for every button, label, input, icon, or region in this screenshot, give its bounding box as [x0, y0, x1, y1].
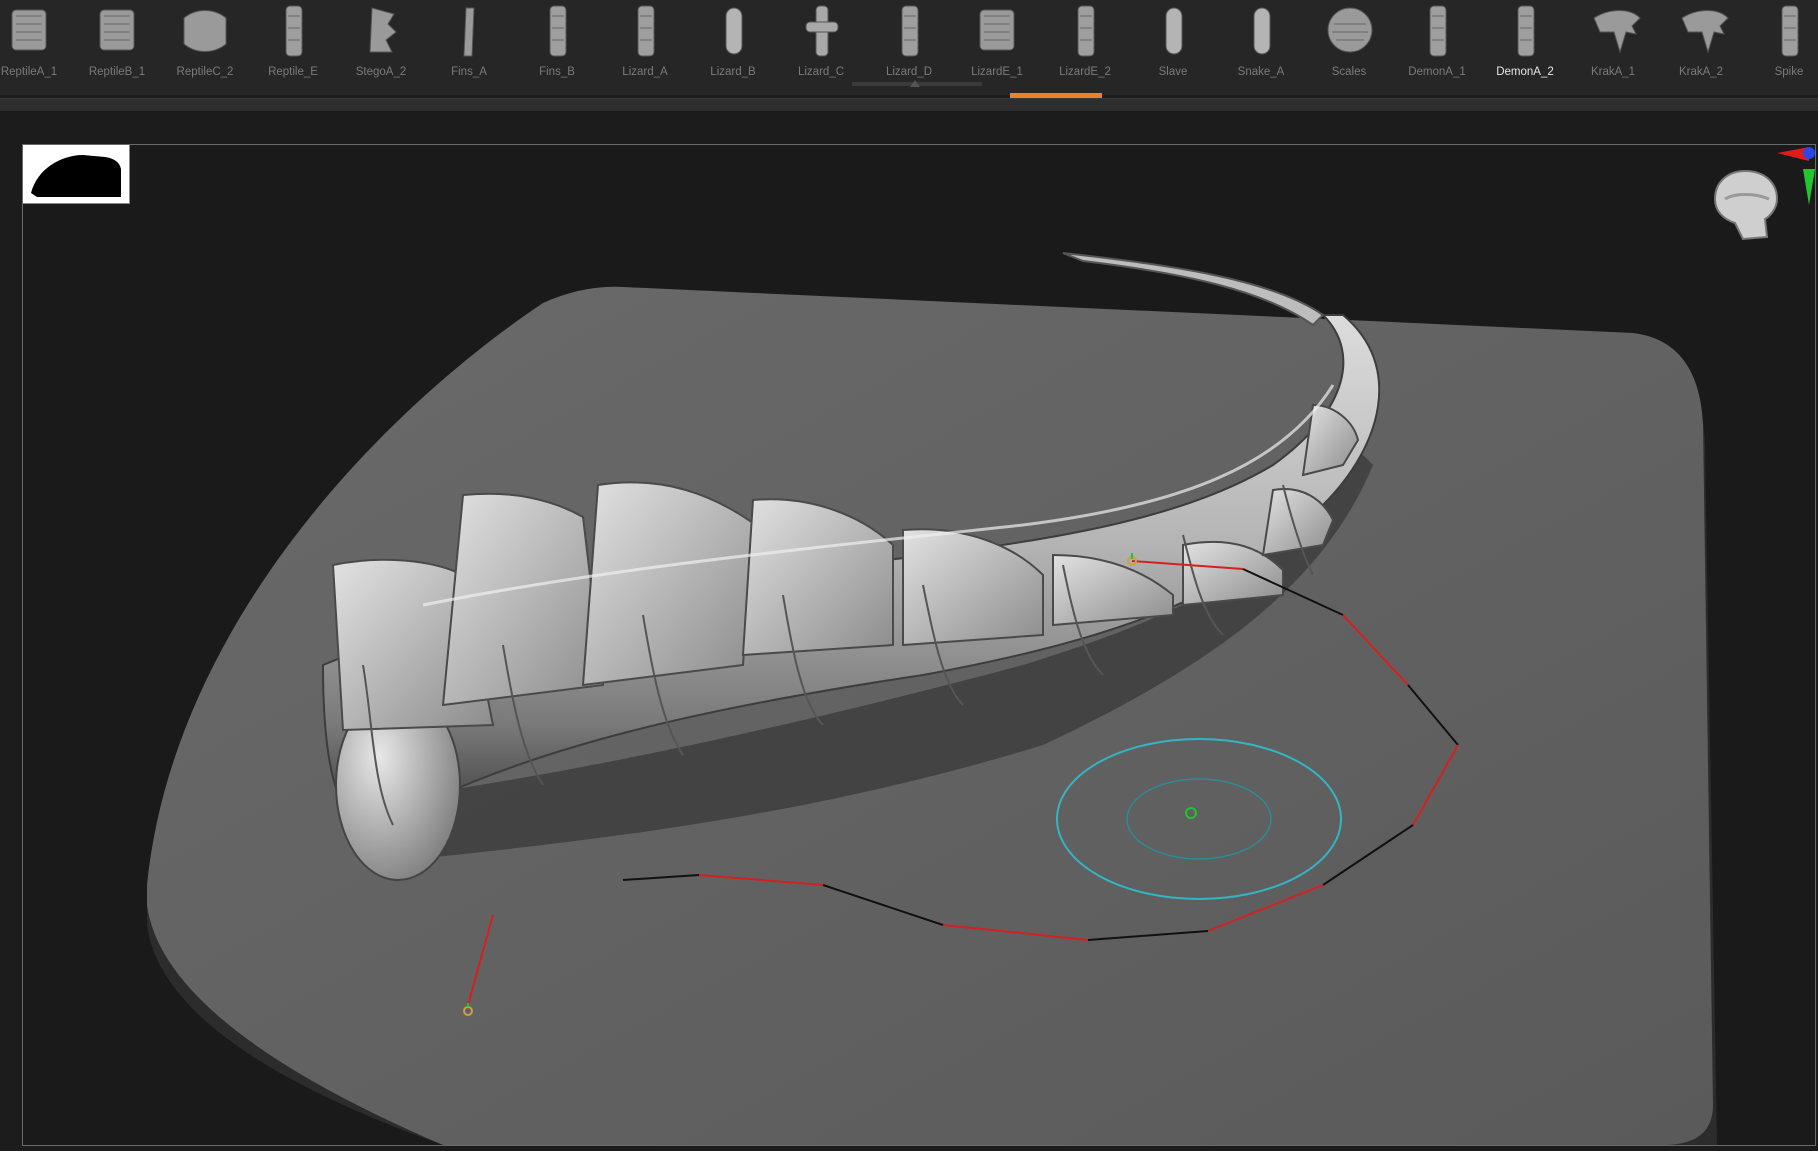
brush-thumbnail-icon	[162, 0, 248, 62]
brush-thumbnail-icon	[250, 0, 336, 62]
brush-lizard-a[interactable]: Lizard_A	[602, 0, 688, 86]
viewport-scene[interactable]	[23, 145, 1815, 1145]
brush-thumbnail-icon	[514, 0, 600, 62]
brush-alpha-preview[interactable]	[23, 145, 130, 204]
brush-thumbnail-icon	[778, 0, 864, 62]
scroll-caret-icon[interactable]	[910, 80, 920, 87]
brush-demona-2[interactable]: DemonA_2	[1482, 0, 1568, 86]
brush-slave[interactable]: Slave	[1130, 0, 1216, 86]
brush-reptilec-2[interactable]: ReptileC_2	[162, 0, 248, 86]
brush-label: DemonA_1	[1408, 66, 1466, 78]
brush-lizard-d[interactable]: Lizard_D	[866, 0, 952, 86]
brush-thumbnail-icon	[690, 0, 776, 62]
brush-lizard-b[interactable]: Lizard_B	[690, 0, 776, 86]
brush-lizarde-1[interactable]: LizardE_1	[954, 0, 1040, 86]
brush-spike[interactable]: Spike	[1746, 0, 1818, 86]
brush-label: Fins_A	[451, 66, 487, 78]
brush-thumbnail-icon	[602, 0, 688, 62]
document-canvas[interactable]	[22, 144, 1816, 1146]
brush-thumbnail-icon	[338, 0, 424, 62]
brush-thumbnail-icon	[1306, 0, 1392, 62]
brush-thumbnail-icon	[1130, 0, 1216, 62]
brush-thumbnail-icon	[1658, 0, 1744, 62]
brush-label: Lizard_C	[797, 66, 845, 78]
brush-label: KrakA_2	[1678, 66, 1724, 78]
brush-label: ReptileC_2	[176, 66, 234, 78]
brush-thumbnail-icon	[1218, 0, 1304, 62]
brush-thumbnail-icon	[1570, 0, 1656, 62]
brush-reptile-e[interactable]: Reptile_E	[250, 0, 336, 86]
brush-label: LizardE_2	[1059, 66, 1111, 78]
brush-snake-a[interactable]: Snake_A	[1218, 0, 1304, 86]
brush-scales[interactable]: Scales	[1306, 0, 1392, 86]
navigation-gizmo[interactable]	[1705, 145, 1815, 265]
brush-thumbnail-icon	[1394, 0, 1480, 62]
brush-label: LizardE_1	[971, 66, 1023, 78]
brush-label: Scales	[1331, 66, 1367, 78]
brush-label: Lizard_D	[885, 66, 933, 78]
brush-lizard-c[interactable]: Lizard_C	[778, 0, 864, 86]
brush-fins-a[interactable]: Fins_A	[426, 0, 512, 86]
brush-label: Lizard_B	[710, 66, 756, 78]
brush-shelf: ReptileA_1 ReptileB_1 ReptileC_2 Reptile_E S…	[0, 0, 1818, 101]
brush-thumbnail-icon	[426, 0, 512, 62]
brush-label: KrakA_1	[1590, 66, 1636, 78]
brush-reptilea-1[interactable]: ReptileA_1	[0, 0, 72, 86]
brush-stegoa-2[interactable]: StegoA_2	[338, 0, 424, 86]
brush-label: Lizard_A	[622, 66, 668, 78]
brush-label: StegoA_2	[355, 66, 407, 78]
brush-label: DemonA_2	[1496, 66, 1554, 78]
brush-label: Slave	[1158, 66, 1188, 78]
brush-demona-1[interactable]: DemonA_1	[1394, 0, 1480, 86]
brush-label: ReptileA_1	[0, 66, 58, 78]
brush-thumbnail-icon	[1482, 0, 1568, 62]
brush-label: Reptile_E	[268, 66, 318, 78]
brush-thumbnail-icon	[954, 0, 1040, 62]
brush-thumbnail-icon	[1042, 0, 1128, 62]
brush-kraka-2[interactable]: KrakA_2	[1658, 0, 1744, 86]
brush-fins-b[interactable]: Fins_B	[514, 0, 600, 86]
shelf-divider	[0, 98, 1818, 112]
brush-thumbnail-icon	[1746, 0, 1818, 62]
alpha-silhouette-icon	[31, 155, 121, 197]
brush-label: Spike	[1774, 66, 1804, 78]
brush-label: Fins_B	[539, 66, 575, 78]
brush-kraka-1[interactable]: KrakA_1	[1570, 0, 1656, 86]
brush-label: Snake_A	[1237, 66, 1285, 78]
brush-shelf-items: ReptileA_1 ReptileB_1 ReptileC_2 Reptile_E S…	[0, 0, 1818, 95]
brush-reptileb-1[interactable]: ReptileB_1	[74, 0, 160, 86]
brush-label: ReptileB_1	[88, 66, 146, 78]
brush-lizarde-2[interactable]: LizardE_2	[1042, 0, 1128, 86]
brush-thumbnail-icon	[0, 0, 72, 62]
gizmo-head-icon	[1713, 147, 1815, 241]
brush-thumbnail-icon	[74, 0, 160, 62]
brush-thumbnail-icon	[866, 0, 952, 62]
